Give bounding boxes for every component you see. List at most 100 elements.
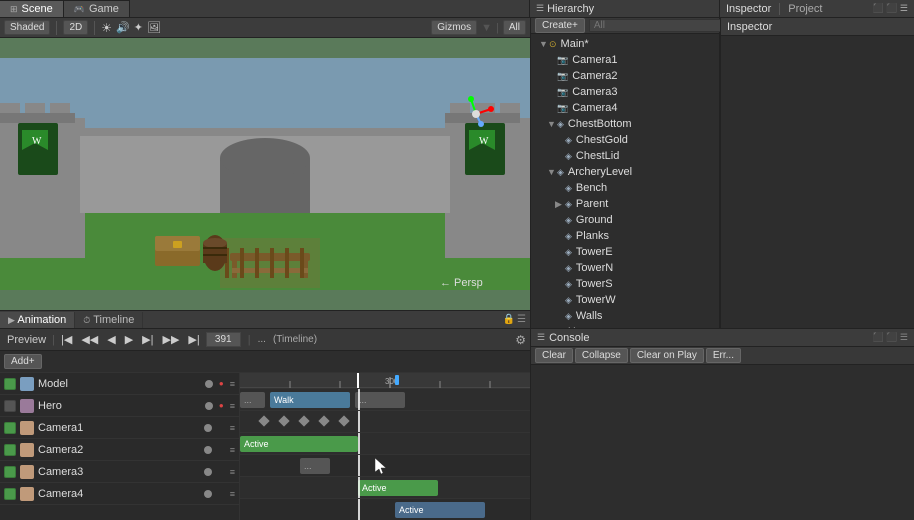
console-clearonplay-button[interactable]: Clear on Play	[630, 348, 704, 363]
track-checkbox-camera4[interactable]	[4, 488, 16, 500]
towerw-icon: ◈	[565, 295, 572, 306]
h-item-chestlid[interactable]: ◈ ChestLid	[531, 148, 719, 164]
next-keyframe-btn[interactable]: ▶|	[185, 332, 202, 347]
clip-model-walk[interactable]: Walk	[270, 392, 350, 408]
h-item-chestbottom[interactable]: ▼ ◈ ChestBottom	[531, 116, 719, 132]
tab-animation[interactable]: ▶ Animation	[0, 312, 75, 328]
track-row-camera1[interactable]: Camera1 ≡	[0, 417, 239, 439]
h-item-towers[interactable]: ◈ TowerS	[531, 276, 719, 292]
timeline-track-camera4[interactable]: Active	[240, 499, 530, 520]
clip-camera4-active[interactable]: Active	[395, 502, 485, 518]
create-button[interactable]: Create+	[535, 18, 585, 33]
track-dot-hero	[205, 402, 213, 410]
h-label-main: Main*	[561, 38, 589, 50]
camera-icon-4h: 📷	[557, 103, 568, 114]
h-item-ground[interactable]: ◈ Ground	[531, 212, 719, 228]
add-button[interactable]: Add+	[4, 354, 42, 369]
2d-toggle[interactable]: 2D	[63, 20, 88, 35]
h-item-towere[interactable]: ◈ TowerE	[531, 244, 719, 260]
light-icon[interactable]: ☀	[101, 21, 112, 35]
track-checkbox-hero[interactable]	[4, 400, 16, 412]
track-row-hero[interactable]: Hero ● ≡	[0, 395, 239, 417]
camera-icon-1: 📷	[557, 55, 568, 66]
play-btn[interactable]: ▶	[122, 332, 136, 347]
h-item-planks[interactable]: ◈ Planks	[531, 228, 719, 244]
hero-keyframe-2	[278, 415, 289, 426]
audio-icon[interactable]: 🔊	[116, 21, 130, 34]
h-item-chestgold[interactable]: ◈ ChestGold	[531, 132, 719, 148]
h-label-chestbottom: ChestBottom	[568, 118, 632, 130]
track-name-camera4: Camera4	[38, 488, 200, 500]
prev-keyframe-btn[interactable]: |◀	[58, 332, 75, 347]
console-errorpause-button[interactable]: Err...	[706, 348, 741, 363]
settings-icon[interactable]: ⚙	[515, 333, 526, 347]
shading-dropdown[interactable]: Shaded	[4, 20, 50, 35]
track-checkbox-camera1[interactable]	[4, 422, 16, 434]
timeline-label-text: (Timeline)	[273, 334, 317, 345]
h-item-walls[interactable]: ◈ Walls	[531, 308, 719, 324]
track-checkbox-model[interactable]	[4, 378, 16, 390]
timeline-track-hero[interactable]	[240, 411, 530, 433]
clip-camera1-active[interactable]: Active	[240, 436, 358, 452]
timeline-track-camera2[interactable]: ...	[240, 455, 530, 477]
timeline-track-camera3[interactable]: Active	[240, 477, 530, 499]
step-fwd-btn[interactable]: ▶|	[139, 332, 156, 347]
clip-model-cont: ...	[355, 392, 405, 408]
track-row-model[interactable]: Model ● ≡	[0, 373, 239, 395]
lock-icon[interactable]: 🔒	[503, 314, 515, 325]
track-checkbox-camera3[interactable]	[4, 466, 16, 478]
play-fwd-btn[interactable]: ▶▶	[160, 332, 183, 347]
timeline-track-model[interactable]: ... Walk ...	[240, 389, 530, 411]
hierarchy-panel: Create+ ▼ ⊙ Main* 📷 Camera1	[530, 18, 720, 328]
h-item-archerylevel[interactable]: ▼ ◈ ArcheryLevel	[531, 164, 719, 180]
track-record-model[interactable]: ●	[219, 379, 224, 388]
track-row-camera3[interactable]: Camera3 ≡	[0, 461, 239, 483]
track-name-model: Model	[38, 378, 201, 390]
clip-camera3-active[interactable]: Active	[358, 480, 438, 496]
camera-icon-3h: 📷	[557, 87, 568, 98]
timeline-tracks[interactable]: 300 600	[240, 373, 530, 520]
hero-keyframe-1	[258, 415, 269, 426]
tab-timeline[interactable]: ⏱ Timeline	[75, 312, 143, 328]
tab-game[interactable]: 🎮 Game	[64, 0, 130, 17]
parent-icon: ◈	[565, 199, 572, 210]
console-panel: ☰ Console ⬛ ⬛ ☰ Clear Collapse Clear on …	[530, 328, 914, 520]
h-item-towerw[interactable]: ◈ TowerW	[531, 292, 719, 308]
h-item-parent[interactable]: ▶ ◈ Parent	[531, 196, 719, 212]
timeline-ruler: 300 600	[240, 373, 530, 389]
h-item-towern[interactable]: ◈ TowerN	[531, 260, 719, 276]
track-checkbox-camera2[interactable]	[4, 444, 16, 456]
track-row-camera4[interactable]: Camera4 ≡	[0, 483, 239, 505]
step-back-btn[interactable]: ◀	[104, 332, 118, 347]
gizmos-button[interactable]: Gizmos	[431, 20, 477, 35]
track-dot-camera2	[204, 446, 212, 454]
h-item-camera3-h[interactable]: 📷 Camera3	[531, 84, 719, 100]
hero-keyframe-4	[318, 415, 329, 426]
tab-scene[interactable]: ⊞ Scene	[0, 0, 64, 17]
h-item-camera4-h[interactable]: 📷 Camera4	[531, 100, 719, 116]
play-back-btn[interactable]: ◀◀	[78, 332, 101, 347]
panel-menu-icon[interactable]: ☰	[517, 314, 526, 325]
console-clear-button[interactable]: Clear	[535, 348, 573, 363]
h-item-camera2[interactable]: 📷 Camera2	[531, 68, 719, 84]
frame-input[interactable]	[206, 332, 241, 347]
h-item-main[interactable]: ▼ ⊙ Main*	[531, 36, 719, 52]
scene-icon[interactable]: 🖼	[147, 21, 161, 34]
preview-button[interactable]: Preview	[4, 333, 49, 347]
console-collapse-button[interactable]: Collapse	[575, 348, 628, 363]
hierarchy-search-input[interactable]	[589, 19, 731, 32]
fx-icon[interactable]: ✦	[134, 21, 143, 34]
cursor-indicator	[375, 458, 387, 479]
timeline-track-camera1[interactable]: Active	[240, 433, 530, 455]
track-record-hero[interactable]: ●	[219, 401, 224, 410]
track-row-camera2[interactable]: Camera2 ≡	[0, 439, 239, 461]
h-item-bench[interactable]: ◈ Bench	[531, 180, 719, 196]
chestgold-icon: ◈	[565, 135, 572, 146]
h-item-camera1[interactable]: 📷 Camera1	[531, 52, 719, 68]
h-label-bench: Bench	[576, 182, 607, 194]
console-actions: ⬛ ⬛ ☰	[873, 332, 908, 343]
track-dot-model	[205, 380, 213, 388]
console-icon: ☰	[537, 332, 545, 343]
h-label-towers: TowerS	[576, 278, 613, 290]
all-button[interactable]: All	[503, 20, 526, 35]
